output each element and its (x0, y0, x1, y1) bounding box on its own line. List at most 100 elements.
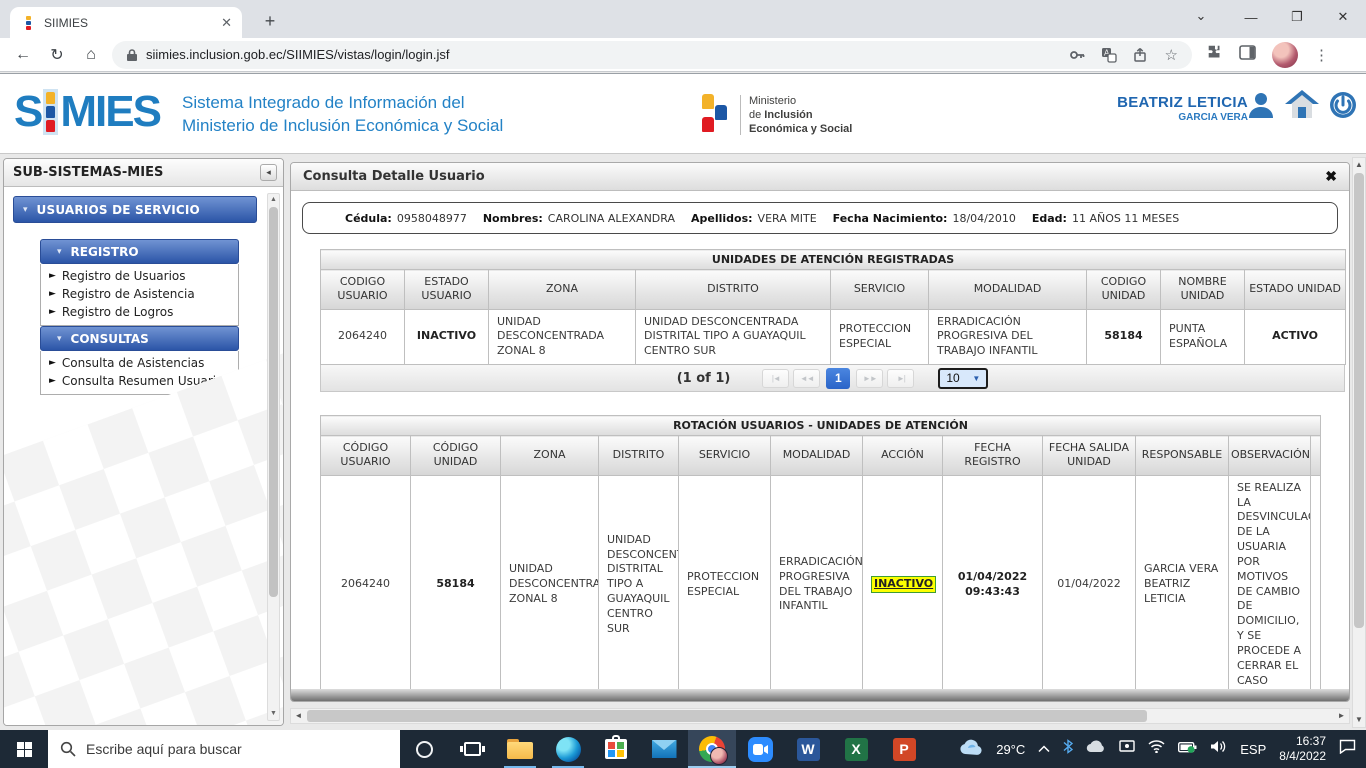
scroll-down-icon[interactable]: ▼ (1353, 713, 1365, 727)
onedrive-icon[interactable] (1086, 740, 1106, 758)
address-bar[interactable]: siimies.inclusion.gob.ec/SIIMIES/vistas/… (112, 41, 1192, 69)
close-button[interactable]: ✕ (1320, 9, 1366, 25)
url-text[interactable]: siimies.inclusion.gob.ec/SIIMIES/vistas/… (146, 47, 1053, 62)
zoom-button[interactable] (736, 730, 784, 768)
section-header-registro[interactable]: ▾ REGISTRO (40, 239, 239, 264)
home-page-icon[interactable] (1285, 90, 1319, 125)
scroll-down-icon[interactable]: ▼ (268, 708, 279, 720)
scrollbar-thumb[interactable] (1354, 173, 1364, 628)
column-header[interactable]: ESTADO USUARIO (405, 270, 489, 310)
column-header[interactable]: NOMBRE UNIDAD (1161, 270, 1245, 310)
cortana-button[interactable] (400, 730, 448, 768)
battery-icon[interactable] (1178, 740, 1197, 758)
scroll-left-icon[interactable]: ◄ (291, 709, 306, 723)
chrome-icon (699, 736, 725, 762)
horizontal-scrollbar[interactable]: ◄ ► (290, 708, 1350, 724)
column-header[interactable]: CODIGO USUARIO (321, 270, 405, 310)
column-header[interactable]: CÓDIGO UNIDAD (411, 436, 501, 476)
share-icon[interactable] (1133, 47, 1149, 63)
sidebar-item-registro-de-logros[interactable]: ►Registro de Logros (45, 303, 238, 321)
clock[interactable]: 16:37 8/4/2022 (1279, 734, 1326, 764)
page-size-select[interactable]: 10▼ (938, 368, 988, 389)
column-header[interactable]: DISTRITO (636, 270, 831, 310)
taskbar-search[interactable] (48, 730, 400, 768)
scroll-right-icon[interactable]: ► (1334, 709, 1349, 723)
browser-tab[interactable]: SIIMIES ✕ (10, 7, 242, 38)
bluetooth-icon[interactable] (1063, 739, 1073, 759)
extensions-puzzle-icon[interactable] (1206, 44, 1223, 66)
home-icon[interactable]: ⌂ (74, 46, 108, 64)
profile-avatar[interactable] (1272, 42, 1298, 68)
task-view-button[interactable] (448, 730, 496, 768)
scrollbar-thumb[interactable] (269, 207, 278, 597)
language-indicator[interactable]: ESP (1240, 742, 1266, 757)
cedula-label: Cédula: (345, 212, 392, 225)
first-page-button[interactable]: |◄ (762, 369, 789, 388)
scrollbar-thumb[interactable] (307, 710, 1147, 722)
scroll-up-icon[interactable]: ▲ (1353, 158, 1365, 172)
column-header[interactable]: ZONA (489, 270, 636, 310)
edge-button[interactable] (544, 730, 592, 768)
current-page-button[interactable]: 1 (826, 368, 850, 389)
weather-cloud-icon[interactable] (959, 739, 983, 760)
column-header[interactable]: SERVICIO (679, 436, 771, 476)
minimize-button[interactable]: — (1228, 10, 1274, 25)
file-explorer-button[interactable] (496, 730, 544, 768)
sidebar-accordion-usuarios-de-servicio[interactable]: ▾ USUARIOS DE SERVICIO (13, 196, 257, 223)
column-header[interactable]: ACCIÓN (863, 436, 943, 476)
column-header[interactable]: ZONA (501, 436, 599, 476)
sidebar-collapse-button[interactable]: ◂ (260, 164, 277, 181)
reload-icon[interactable]: ↻ (40, 45, 74, 65)
column-header[interactable]: RESPONSABLE (1136, 436, 1229, 476)
microsoft-store-button[interactable] (592, 730, 640, 768)
cast-screen-icon[interactable] (1119, 740, 1135, 758)
back-icon[interactable]: ← (6, 46, 40, 64)
translate-icon[interactable]: A (1101, 47, 1117, 63)
temperature-text[interactable]: 29°C (996, 742, 1025, 757)
logout-power-icon[interactable] (1328, 90, 1358, 125)
next-page-button[interactable]: ►► (856, 369, 883, 388)
column-header[interactable]: MODALIDAD (771, 436, 863, 476)
edad-value: 11 AÑOS 11 MESES (1072, 212, 1179, 225)
last-page-button[interactable]: ►| (887, 369, 914, 388)
volume-icon[interactable] (1210, 740, 1227, 758)
powerpoint-button[interactable]: P (880, 730, 928, 768)
start-button[interactable] (0, 730, 48, 768)
column-header[interactable]: DISTRITO (599, 436, 679, 476)
sidebar-scrollbar[interactable]: ▲ ▼ (267, 193, 280, 721)
column-header[interactable]: FECHA REGISTRO (943, 436, 1043, 476)
tab-close-icon[interactable]: ✕ (221, 15, 232, 31)
column-header[interactable]: MODALIDAD (929, 270, 1087, 310)
cell-distrito: UNIDAD DESCONCENTRADA DISTRITAL TIPO A G… (599, 475, 679, 694)
panel-close-icon[interactable]: ✖ (1325, 168, 1337, 185)
column-header[interactable]: FECHA SALIDA UNIDAD (1043, 436, 1136, 476)
browser-menu-icon[interactable]: ⋮ (1314, 46, 1329, 64)
word-button[interactable]: W (784, 730, 832, 768)
tray-expand-icon[interactable] (1038, 740, 1050, 758)
scroll-up-icon[interactable]: ▲ (268, 194, 279, 206)
tab-search-icon[interactable]: ⌄ (1186, 8, 1216, 24)
column-header[interactable]: SERVICIO (831, 270, 929, 310)
bookmark-star-icon[interactable]: ☆ (1165, 46, 1178, 64)
column-header[interactable]: CODIGO UNIDAD (1087, 270, 1161, 310)
sidebar-item-registro-de-usuarios[interactable]: ►Registro de Usuarios (45, 267, 238, 285)
column-header[interactable]: CÓDIGO USUARIO (321, 436, 411, 476)
column-header[interactable]: ESTADO UNIDAD (1245, 270, 1346, 310)
action-center-icon[interactable] (1339, 739, 1356, 759)
search-input[interactable] (86, 741, 366, 757)
column-header[interactable]: OBSERVACIÓN (1229, 436, 1311, 476)
password-key-icon[interactable] (1069, 47, 1085, 63)
excel-button[interactable]: X (832, 730, 880, 768)
wifi-icon[interactable] (1148, 740, 1165, 758)
mail-button[interactable] (640, 730, 688, 768)
prev-page-button[interactable]: ◄◄ (793, 369, 820, 388)
user-profile-icon[interactable] (1246, 90, 1276, 125)
chrome-button[interactable] (688, 730, 736, 768)
new-tab-button[interactable]: + (258, 9, 282, 33)
section-header-consultas[interactable]: ▾ CONSULTAS (40, 326, 239, 351)
side-panel-icon[interactable] (1239, 45, 1256, 65)
sidebar-item-registro-de-asistencia[interactable]: ►Registro de Asistencia (45, 285, 238, 303)
restore-button[interactable]: ❐ (1274, 9, 1320, 25)
sidebar-item-consulta-de-asistencias[interactable]: ►Consulta de Asistencias (45, 354, 238, 372)
vertical-scrollbar[interactable]: ▲ ▼ (1352, 157, 1366, 728)
